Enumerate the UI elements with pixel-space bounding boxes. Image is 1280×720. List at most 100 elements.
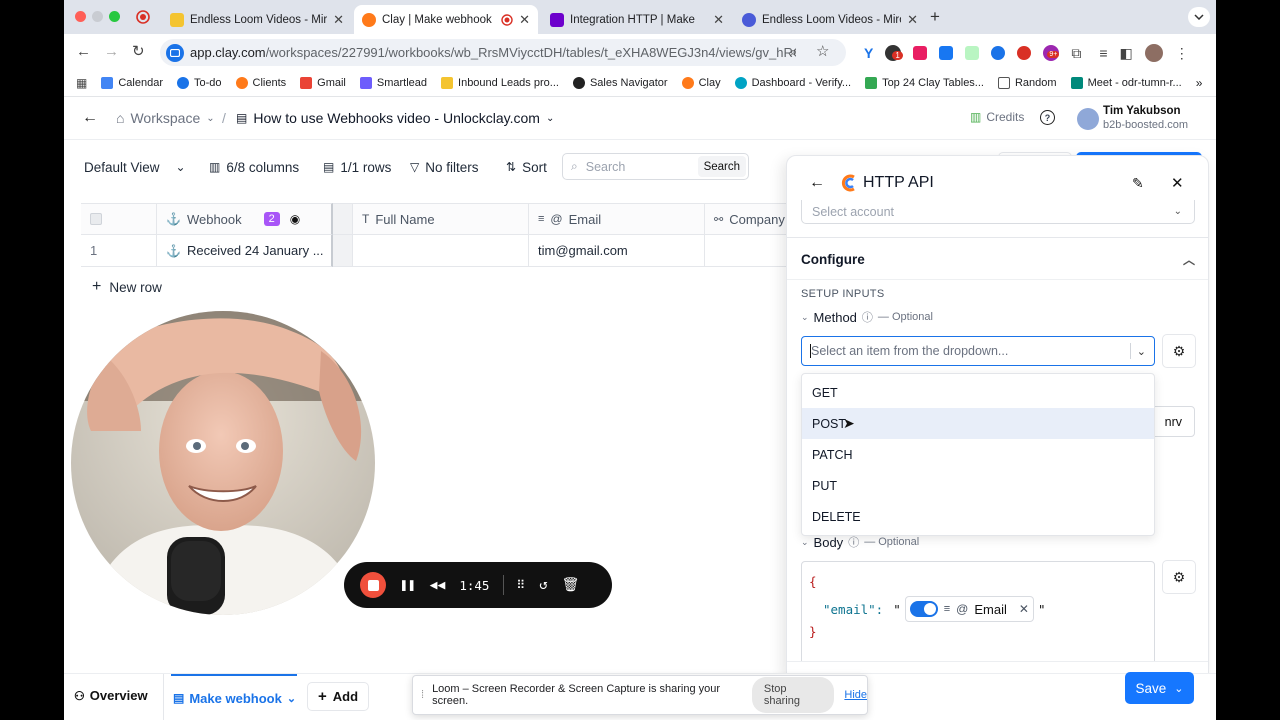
select-all-checkbox[interactable] [90,213,102,225]
forward-arrow-icon[interactable]: → [104,43,119,60]
method-option-get[interactable]: GET [802,377,1154,408]
site-info-icon[interactable] [166,44,184,62]
configure-section-header[interactable]: Configure ︿ [801,247,1195,271]
bookmark-item[interactable]: Inbound Leads pro... [441,77,559,89]
side-panel-icon[interactable]: ◧ [1120,45,1133,62]
webcam-video-bubble[interactable] [71,311,375,615]
restart-icon[interactable]: ↺ [539,577,547,593]
extension-icon[interactable]: 1 [885,45,903,61]
drag-handle-icon[interactable]: ⁞ [421,689,424,701]
bookmark-item[interactable]: Clients [235,77,286,89]
bookmark-item[interactable]: Smartlead [359,77,427,89]
address-bar[interactable]: app.clay.com/workspaces/227991/workbooks… [160,39,846,66]
close-tab-icon[interactable]: ✕ [907,12,918,28]
minimize-window-dot[interactable] [92,11,103,22]
stop-recording-button[interactable] [360,572,386,598]
close-tab-icon[interactable]: ✕ [333,12,344,28]
new-tab-icon[interactable]: + [930,7,940,27]
toggle-switch[interactable] [909,601,938,617]
info-icon[interactable]: ⓘ [848,534,859,550]
avatar[interactable] [1077,108,1099,130]
browser-menu-icon[interactable]: ⋮ [1175,45,1189,62]
add-tab-button[interactable]: + Add [307,682,370,711]
table-cell-email[interactable]: tim@gmail.com [529,235,705,267]
credits-button[interactable]: ▥ Credits [970,110,1024,124]
reload-icon[interactable]: ↻ [132,42,145,60]
remove-token-icon[interactable]: ✕ [1019,602,1029,616]
puzzle-extensions-icon[interactable]: ⧉ [1071,45,1081,62]
apps-grid-icon[interactable]: ▦ [76,76,87,90]
bookmark-item[interactable]: Meet - odr-tumn-r... [1070,77,1182,89]
close-tab-icon[interactable]: ✕ [519,12,530,28]
extension-icon[interactable] [1017,46,1032,60]
breadcrumb-workspace[interactable]: ⌂ Workspace ⌄ [116,110,215,126]
stop-sharing-button[interactable]: Stop sharing [751,677,835,713]
extension-icon[interactable] [991,46,1006,60]
back-arrow-icon[interactable]: ← [82,109,98,127]
bookmark-item[interactable]: Top 24 Clay Tables... [865,77,984,89]
column-header-company[interactable]: ⚯ Company [705,203,791,235]
table-cell-full-name[interactable] [353,235,529,267]
extension-icon[interactable] [913,46,928,60]
bookmark-item[interactable]: To-do [176,77,222,89]
extension-icon[interactable]: 9+ [1043,45,1060,61]
browser-tab[interactable]: Endless Loom Videos - Miro ✕ [734,5,926,34]
bookmark-item[interactable]: Random [997,77,1057,89]
filters-button[interactable]: ▽ No filters [410,150,479,184]
chevron-down-icon[interactable]: ⌄ [1137,345,1146,358]
body-settings-gear-icon[interactable]: ⚙ [1162,560,1196,594]
body-json-editor[interactable]: { "email": " ≡ @ Email ✕ " } [801,561,1155,674]
rows-button[interactable]: ▤ 1/1 rows [323,150,391,184]
search-button[interactable]: Search [697,156,746,177]
more-bookmarks-icon[interactable]: » [1196,76,1203,90]
column-header-webhook[interactable]: ⚓ Webhook 2 ◉ [157,203,333,235]
chevron-down-icon[interactable]: ⌄ [801,312,809,323]
pause-icon[interactable]: ❚❚ [400,578,416,593]
table-search[interactable]: ⌕ Search Search [562,153,749,180]
browser-tab[interactable]: Endless Loom Videos - Miro ✕ [162,5,352,34]
tab-search-chevron-icon[interactable] [1188,7,1210,27]
extension-icon[interactable] [939,46,954,60]
back-arrow-icon[interactable]: ← [76,43,91,60]
extension-icon[interactable] [965,46,980,60]
sort-button[interactable]: ⇅ Sort [506,150,547,184]
maximize-window-dot[interactable] [109,11,120,22]
close-tab-icon[interactable]: ✕ [713,12,724,28]
bookmark-item[interactable]: Gmail [300,77,346,89]
select-all-cell[interactable] [81,203,157,235]
table-cell-webhook[interactable]: ⚓ Received 24 January ... [157,235,333,267]
profile-avatar-icon[interactable] [1144,44,1163,62]
delete-recording-icon[interactable]: 🗑 [562,577,580,593]
help-icon[interactable]: ? [1040,110,1055,125]
method-option-delete[interactable]: DELETE [802,501,1154,532]
rewind-icon[interactable]: ◀◀ [430,578,446,593]
browser-tab-active[interactable]: Clay | Make webhook ✕ [354,5,538,34]
back-arrow-icon[interactable]: ← [809,174,825,192]
bookmark-item[interactable]: Sales Navigator [572,77,668,89]
reading-list-icon[interactable]: ≡ [1099,45,1107,61]
close-window-dot[interactable] [75,11,86,22]
browser-tab[interactable]: Integration HTTP | Make ✕ [542,5,732,34]
bookmark-star-icon[interactable]: ☆ [816,42,829,60]
bookmark-item[interactable]: Clay [681,77,721,89]
columns-button[interactable]: ▥ 6/8 columns [209,150,299,184]
overview-tab[interactable]: ⚇ Overview [74,688,148,703]
bookmark-item[interactable]: Calendar [101,77,163,89]
save-button[interactable]: Save ⌄ [1125,672,1194,704]
hide-link[interactable]: Hide [844,689,867,701]
extension-icon[interactable]: Y [864,45,873,61]
method-settings-gear-icon[interactable]: ⚙ [1162,334,1196,368]
user-info[interactable]: Tim Yakubson b2b-boosted.com [1103,104,1188,132]
edit-pencil-icon[interactable]: ✎ [1132,175,1144,192]
row-index[interactable]: 1 [81,235,157,267]
close-icon[interactable]: ✕ [1171,174,1184,192]
chevron-down-icon[interactable]: ⌄ [801,537,809,548]
table-cell-company[interactable] [705,235,791,267]
new-row-button[interactable]: + New row [92,278,162,296]
info-icon[interactable]: ⓘ [862,309,873,325]
workbook-title[interactable]: ▤ How to use Webhooks video - Unlockclay… [236,110,554,126]
method-option-patch[interactable]: PATCH [802,439,1154,470]
bookmark-item[interactable]: Dashboard - Verify... [734,77,851,89]
target-icon[interactable]: ◉ [290,212,300,226]
method-option-put[interactable]: PUT [802,470,1154,501]
